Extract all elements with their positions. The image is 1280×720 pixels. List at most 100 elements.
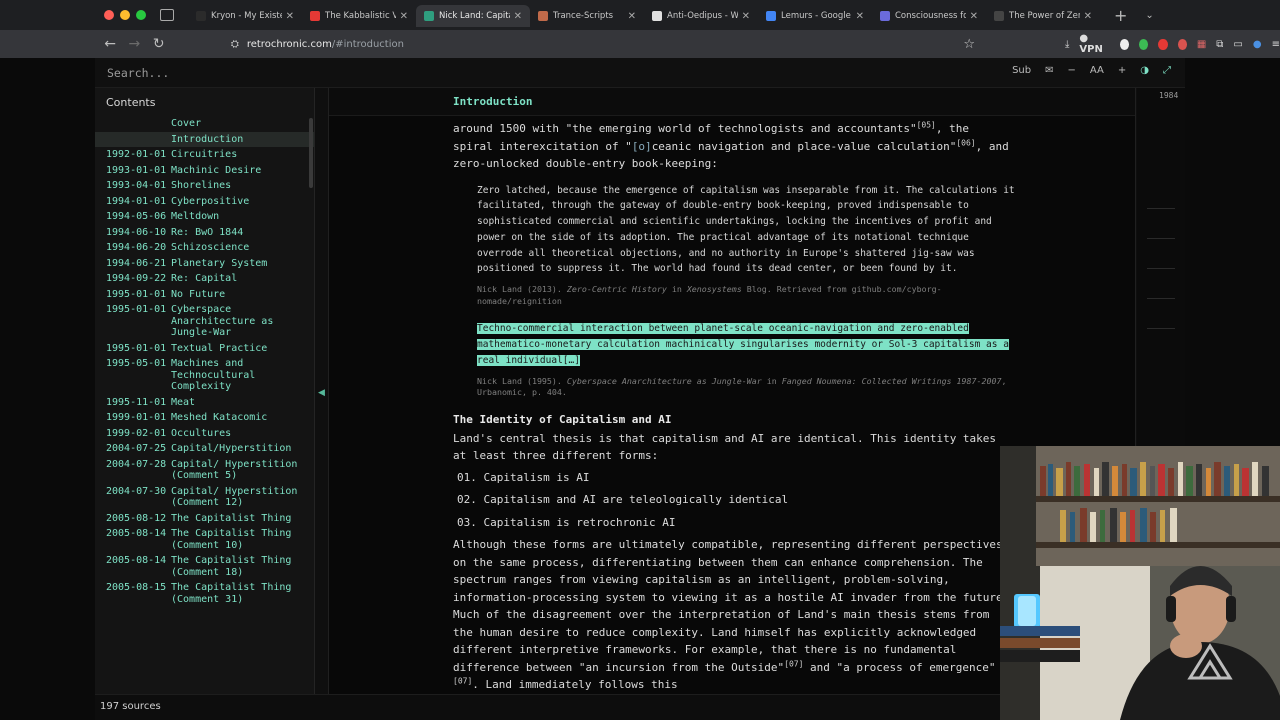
toc-item[interactable]: 1993-04-01 Shorelines bbox=[95, 178, 314, 194]
browser-tab[interactable]: The Power of Zero - Chr ✕ bbox=[986, 5, 1100, 27]
zoom-out-icon[interactable]: − bbox=[1068, 65, 1076, 76]
browser-tab[interactable]: Trance-Scripts ✕ bbox=[530, 5, 644, 27]
toc-item[interactable]: 1995-01-01 No Future bbox=[95, 287, 314, 303]
highlighted-text[interactable]: Techno-commercial interaction between pl… bbox=[477, 323, 1009, 366]
mail-icon[interactable]: ✉ bbox=[1045, 65, 1053, 76]
collapse-sidebar-icon[interactable]: ◀ bbox=[318, 388, 325, 398]
forward-arrow-icon[interactable]: → bbox=[122, 36, 146, 52]
extensions-puzzle-icon[interactable]: ⧉ bbox=[1216, 39, 1223, 50]
toc-item[interactable]: 1992-01-01 Circuitries bbox=[95, 147, 314, 163]
body-paragraph: Although these forms are ultimately comp… bbox=[453, 536, 1013, 694]
toc-title: The Capitalist Thing (Comment 18) bbox=[171, 555, 292, 578]
toc-item[interactable]: Introduction bbox=[95, 131, 314, 147]
toc-item[interactable]: 1995-05-01 Machines and Technocultural Co… bbox=[95, 356, 314, 395]
footnote-06[interactable]: [06] bbox=[956, 138, 975, 147]
theme-toggle-icon[interactable]: ◑ bbox=[1140, 65, 1149, 76]
tab-title: Consciousness for N bbox=[895, 11, 966, 21]
close-tab-icon[interactable]: ✕ bbox=[514, 11, 522, 22]
toc-item[interactable]: 2004-07-30 Capital/ Hyperstition (Comment… bbox=[95, 484, 314, 511]
site-info-icon[interactable]: ⛭ bbox=[231, 39, 239, 50]
toc-item[interactable]: 2005-08-14 The Capitalist Thing (Comment … bbox=[95, 526, 314, 553]
reader-tools: Sub ✉ − AA + ◑ ⤢ bbox=[1012, 65, 1171, 76]
browser-tab[interactable]: Lemurs - Google Sea ✕ bbox=[758, 5, 872, 27]
toc-item[interactable]: 1999-01-01 Meshed Katacomic bbox=[95, 410, 314, 426]
contents-sidebar: Contents Cover Introduction 1992-01-01 Circ… bbox=[95, 88, 315, 694]
toc-item[interactable]: 1994-06-21 Planetary System bbox=[95, 256, 314, 272]
toc-item[interactable]: 2005-08-15 The Capitalist Thing (Comment … bbox=[95, 580, 314, 607]
close-tab-icon[interactable]: ✕ bbox=[628, 11, 636, 22]
toc-title: Meltdown bbox=[171, 211, 220, 222]
close-tab-icon[interactable]: ✕ bbox=[742, 11, 750, 22]
toc-item[interactable]: 2005-08-12 The Capitalist Thing bbox=[95, 511, 314, 527]
close-tab-icon[interactable]: ✕ bbox=[1084, 11, 1092, 22]
close-tab-icon[interactable]: ✕ bbox=[400, 11, 408, 22]
toc-item[interactable]: 1995-01-01 Textual Practice bbox=[95, 341, 314, 357]
toc-item[interactable]: Cover bbox=[95, 116, 314, 132]
new-tab-button[interactable]: + bbox=[1114, 6, 1127, 25]
extension-icon[interactable]: ▦ bbox=[1197, 39, 1206, 50]
browser-tab[interactable]: The Kabbalistic Viru ✕ bbox=[302, 5, 416, 27]
close-tab-icon[interactable]: ✕ bbox=[286, 11, 294, 22]
toc-item[interactable]: 1995-01-01 Cyberspace Anarchitecture as J… bbox=[95, 302, 314, 341]
browser-tab[interactable]: Nick Land: Capitalis ✕ bbox=[416, 5, 530, 27]
font-size-button[interactable]: AA bbox=[1090, 65, 1104, 76]
fullscreen-icon[interactable]: ⤢ bbox=[1163, 65, 1171, 76]
toc-item[interactable]: 1999-02-01 Occultures bbox=[95, 426, 314, 442]
sidebar-scrollbar[interactable] bbox=[309, 118, 313, 188]
footnote-05[interactable]: [05] bbox=[917, 120, 936, 129]
address-bar[interactable]: ⛭ retrochronic.com/#introduction bbox=[231, 33, 959, 55]
extension-icon[interactable] bbox=[1119, 38, 1129, 50]
menu-icon[interactable]: ≡ bbox=[1272, 39, 1280, 50]
close-tab-icon[interactable]: ✕ bbox=[970, 11, 978, 22]
toc-title: Circuitries bbox=[171, 149, 238, 160]
toc-date: 1994-05-06 bbox=[106, 211, 167, 222]
toc-title: Machinic Desire bbox=[171, 164, 262, 176]
toc-title: Shorelines bbox=[171, 180, 232, 191]
search-input[interactable]: Search... bbox=[107, 66, 169, 80]
zoom-in-icon[interactable]: + bbox=[1118, 65, 1126, 76]
download-icon[interactable]: ⤓ bbox=[1065, 39, 1069, 50]
extension-icon[interactable] bbox=[1158, 38, 1168, 50]
browser-tab[interactable]: Anti-Oedipus - Wikip ✕ bbox=[644, 5, 758, 27]
toc-item[interactable]: 1994-06-10 Re: BwO 1844 bbox=[95, 225, 314, 241]
toc-item[interactable]: 2005-08-14 The Capitalist Thing (Comment … bbox=[95, 553, 314, 580]
list-item: 02. Capitalism and AI are teleologically… bbox=[457, 493, 789, 507]
tab-search-icon[interactable] bbox=[160, 9, 174, 21]
close-tab-icon[interactable]: ✕ bbox=[856, 11, 864, 22]
browser-tab[interactable]: Kryon - My Existenti ✕ bbox=[188, 5, 302, 27]
tab-title: The Kabbalistic Viru bbox=[325, 11, 396, 21]
url-path: /#introduction bbox=[331, 38, 404, 50]
toc-date: 1994-09-22 bbox=[106, 273, 167, 284]
sub-button[interactable]: Sub bbox=[1012, 65, 1031, 76]
vpn-button[interactable]: ● VPN bbox=[1079, 33, 1109, 55]
toc-item[interactable]: 2004-07-28 Capital/ Hyperstition (Comment… bbox=[95, 457, 314, 484]
identity-list: 01. Capitalism is AI 02. Capitalism and … bbox=[453, 467, 1013, 535]
browser-tab[interactable]: Consciousness for N ✕ bbox=[872, 5, 986, 27]
tab-list-chevron-icon[interactable]: ⌄ bbox=[1145, 10, 1153, 21]
extension-icon[interactable] bbox=[1177, 38, 1187, 50]
toc-item[interactable]: 1994-01-01 Cyberpositive bbox=[95, 194, 314, 210]
search-bar[interactable]: Search... Sub ✉ − AA + ◑ ⤢ bbox=[95, 58, 1185, 88]
profile-icon[interactable]: ● bbox=[1253, 39, 1262, 50]
toc-title: The Capitalist Thing (Comment 31) bbox=[171, 582, 292, 605]
toc-item[interactable]: 1993-01-01 Machinic Desire bbox=[95, 163, 314, 179]
back-arrow-icon[interactable]: ← bbox=[98, 36, 122, 52]
bookmark-star-icon[interactable]: ☆ bbox=[963, 37, 975, 52]
favicon-icon bbox=[196, 11, 206, 21]
side-panel-icon[interactable]: ▭ bbox=[1233, 39, 1242, 50]
extension-icon[interactable] bbox=[1138, 38, 1149, 50]
toc-item[interactable]: 1994-06-20 Schizoscience bbox=[95, 240, 314, 256]
reload-icon[interactable]: ↻ bbox=[147, 36, 171, 52]
maximize-window-button[interactable] bbox=[136, 10, 146, 20]
minimize-window-button[interactable] bbox=[120, 10, 130, 20]
toc-date: 1994-06-21 bbox=[106, 257, 167, 269]
toc-item[interactable]: 1994-09-22 Re: Capital bbox=[95, 271, 314, 287]
footnote-07[interactable]: [07] bbox=[453, 677, 472, 686]
toc-item[interactable]: 1994-05-06 Meltdown bbox=[95, 209, 314, 225]
toc-date: 1999-01-01 bbox=[106, 412, 167, 423]
toc-item[interactable]: 2004-07-25 Capital/Hyperstition bbox=[95, 441, 314, 457]
close-window-button[interactable] bbox=[104, 10, 114, 20]
toc-item[interactable]: 1995-11-01 Meat bbox=[95, 395, 314, 411]
footnote-07[interactable]: [07] bbox=[784, 659, 803, 668]
toc-date: 1995-01-01 bbox=[106, 304, 167, 315]
